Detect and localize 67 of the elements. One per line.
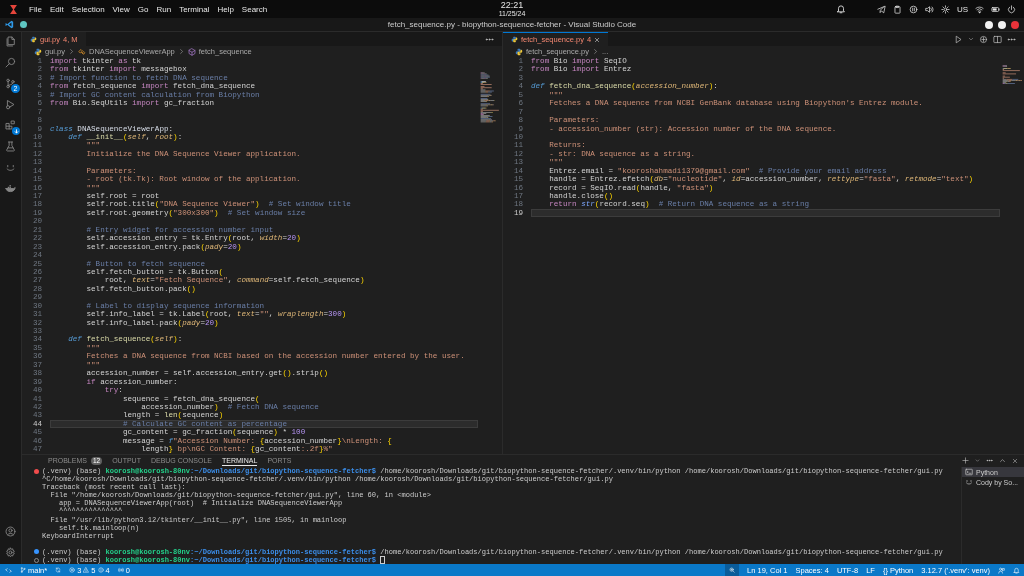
chevron-icon <box>68 48 75 55</box>
volume-icon[interactable] <box>924 4 934 14</box>
run-debug-icon[interactable] <box>5 99 16 110</box>
status-circle-icon <box>20 21 27 28</box>
clipboard-icon[interactable] <box>892 4 902 14</box>
maximize-button[interactable] <box>998 20 1006 29</box>
sync-icon[interactable] <box>55 567 62 573</box>
settings-icon[interactable] <box>5 547 16 558</box>
warning-icon <box>83 567 90 573</box>
command-status-dot[interactable] <box>34 549 39 555</box>
power-icon[interactable] <box>1007 4 1016 14</box>
plus-icon[interactable] <box>962 457 969 464</box>
wifi-icon[interactable] <box>975 4 984 14</box>
hourglass-icon[interactable] <box>8 3 19 15</box>
zoom-icon <box>729 567 736 573</box>
maximize-panel-icon[interactable] <box>999 457 1006 464</box>
menu-item[interactable]: Search <box>241 4 268 14</box>
close-button[interactable] <box>1011 20 1019 29</box>
minimize-button[interactable] <box>985 20 993 29</box>
chevron-icon <box>591 48 599 55</box>
branch-icon <box>20 567 26 573</box>
menu-item[interactable]: Selection <box>71 4 105 14</box>
smiley-icon <box>965 478 973 486</box>
menu-item[interactable]: Go <box>137 4 149 14</box>
editor-logo-icon <box>5 20 14 29</box>
python-file-icon <box>30 36 37 43</box>
class-icon <box>78 47 86 56</box>
caret-icon[interactable] <box>968 36 974 42</box>
extensions-icon[interactable] <box>5 120 16 131</box>
python-file-icon <box>34 47 42 56</box>
close-icon[interactable] <box>1012 457 1018 464</box>
menu-item[interactable]: Help <box>217 4 234 14</box>
notification-bell-icon[interactable] <box>835 4 846 14</box>
feedback-icon[interactable] <box>998 566 1005 574</box>
search-icon[interactable] <box>5 57 16 68</box>
compare-icon[interactable] <box>979 34 988 44</box>
more-icon[interactable] <box>986 457 993 464</box>
info-icon <box>97 567 104 573</box>
broadcast-icon <box>117 567 124 573</box>
battery-icon[interactable] <box>991 4 1000 14</box>
method-icon <box>187 47 196 56</box>
files-icon[interactable] <box>5 36 16 47</box>
python-file-icon <box>515 47 523 56</box>
split-editor-icon[interactable] <box>993 34 1002 44</box>
chevron-icon <box>177 48 185 55</box>
source-control-icon[interactable] <box>5 78 16 89</box>
menu-item[interactable]: View <box>112 4 130 14</box>
terminal-icon <box>965 468 973 476</box>
keyboard-layout[interactable]: US <box>956 4 968 14</box>
menu-item[interactable]: Run <box>156 4 172 14</box>
whale-icon[interactable] <box>5 183 16 194</box>
menu-item[interactable]: File <box>29 4 42 14</box>
send-icon[interactable] <box>876 4 886 14</box>
error-icon <box>69 567 76 573</box>
menu-item[interactable]: Terminal <box>179 4 210 14</box>
clock-time[interactable]: 22:21 <box>500 1 524 10</box>
account-icon[interactable] <box>5 526 16 537</box>
brightness-icon[interactable] <box>940 4 950 14</box>
window-title: fetch_sequence.py - biopython-sequence-fetcher - Visual Studio Code <box>387 20 637 29</box>
flask-icon[interactable] <box>5 141 16 152</box>
play-icon[interactable] <box>954 34 963 44</box>
python-file-icon <box>511 36 518 43</box>
command-status-dot[interactable] <box>34 468 39 474</box>
zoom-button[interactable] <box>725 564 740 576</box>
pause-icon[interactable] <box>908 4 918 14</box>
smiley-icon[interactable] <box>5 162 16 173</box>
menu-item[interactable]: Edit <box>49 4 64 14</box>
